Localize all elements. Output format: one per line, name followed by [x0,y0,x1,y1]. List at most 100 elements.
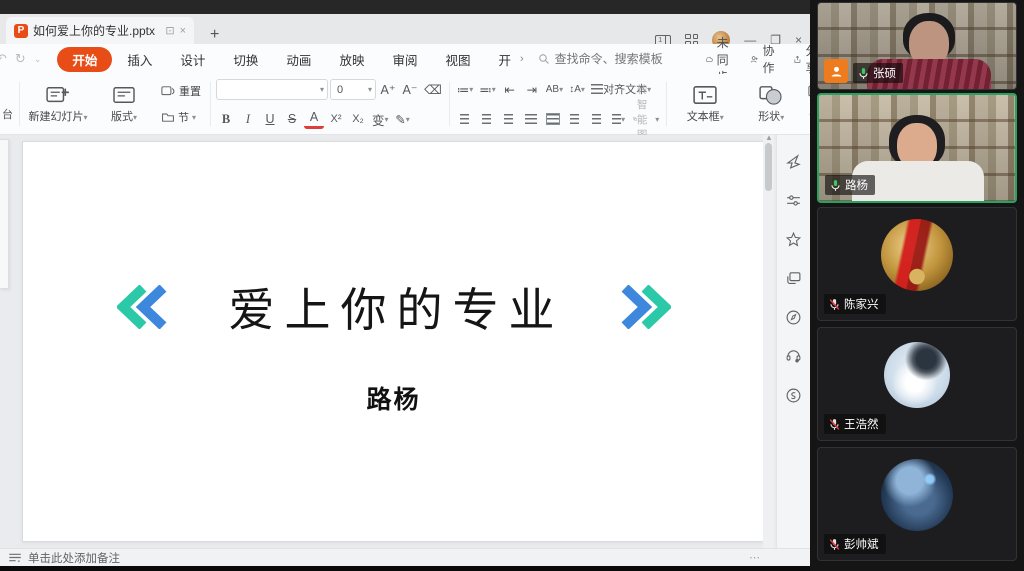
collaborate-button[interactable]: 协作 [750,42,779,76]
tab-dev-truncated[interactable]: 开 [485,47,524,72]
line-spacing-button[interactable]: ↕A▾ [567,79,587,99]
text-box-button[interactable]: 文本框▾ [672,78,738,130]
text-box-icon [692,85,718,105]
section-button[interactable]: 节▾ [157,107,205,127]
increase-indent-button[interactable]: ⇥ [522,79,542,99]
align-right-button[interactable] [499,109,519,129]
tab-slideshow[interactable]: 放映 [326,47,377,72]
decrease-indent-button[interactable]: ⇤ [500,79,520,99]
undo-icon[interactable]: ↶ [0,51,7,67]
participant-tile[interactable]: 王浩然 [817,327,1017,441]
participant-tile[interactable]: 张硕 [817,2,1017,90]
collapsed-thumbnail-panel[interactable] [0,139,9,289]
ribbon-toolbar: 台 新建幻灯片▾ 版式▾ [0,74,810,135]
host-badge [824,59,848,83]
text-direction-button[interactable]: AB▾ [544,79,565,99]
scroll-up-icon[interactable]: ▲ [765,133,773,142]
properties-sliders-icon[interactable] [785,192,802,209]
clear-format-button[interactable]: ⌫ [422,80,444,100]
slide-canvas[interactable]: 爱上你的专业 路杨 [22,141,765,542]
vertical-scrollbar[interactable]: ▲ [763,135,774,548]
clipped-left-button[interactable]: 台 [2,78,14,130]
slide-work-area: 爱上你的专业 路杨 ▲ [0,135,810,548]
effects-star-icon[interactable] [785,231,802,248]
statusbar-more-icon[interactable]: ⋯ [749,551,802,564]
tab-animation[interactable]: 动画 [273,47,324,72]
smart-graphic-button[interactable]: 转智能图形▾ [631,109,662,129]
customer-service-icon[interactable] [785,348,802,365]
superscript-button[interactable]: X² [326,109,346,129]
distribute-button[interactable] [543,109,563,129]
italic-button[interactable]: I [238,109,258,129]
grow-font-button[interactable]: A⁺ [378,80,398,100]
row-spacing-3-button[interactable]: ▾ [609,109,629,129]
search-input[interactable] [555,52,705,66]
bold-button[interactable]: B [216,109,236,129]
participant-tile[interactable]: 路杨 [817,93,1017,203]
reset-section-group: 重置 节▾ [157,78,205,130]
shapes-button[interactable]: 形状▾ [738,78,804,130]
justify-button[interactable] [521,109,541,129]
rewards-coin-icon[interactable] [785,387,802,404]
bullet-list-button[interactable]: ≔▾ [455,79,476,99]
participant-name-pill: 王浩然 [824,414,886,434]
redo-icon[interactable]: ↻ [15,51,26,67]
align-left-button[interactable] [455,109,475,129]
section-icon [161,111,175,123]
slide-author-text[interactable]: 路杨 [23,380,764,416]
wps-app-icon: P [14,24,28,38]
mic-muted-icon [828,298,841,311]
mic-muted-icon [828,538,841,551]
wps-presentation-app: P 如何爱上你的专业.pptx ⊡ × + 1 — ❐ × ↶ ↻ ⌄ [0,0,810,571]
tab-close-icon[interactable]: × [180,25,186,37]
row-spacing-2-button[interactable] [587,109,607,129]
change-case-button[interactable]: 变▾ [370,109,391,129]
duplicate-window-icon[interactable] [785,270,802,287]
scrollbar-thumb[interactable] [765,143,772,191]
font-name-combo[interactable]: ▾ [216,79,328,100]
tab-insert[interactable]: 插入 [114,47,165,72]
align-center-button[interactable] [477,109,497,129]
command-search[interactable] [538,52,705,66]
notes-placeholder[interactable]: 单击此处添加备注 [28,550,120,566]
tab-overflow-icon[interactable]: › [520,53,524,65]
tab-preview-icon[interactable]: ⊡ [165,24,174,37]
slide-title-text[interactable]: 爱上你的专业 [229,274,565,340]
participant-avatar [884,342,950,408]
tab-view[interactable]: 视图 [432,47,483,72]
history-caret-icon[interactable]: ⌄ [34,54,42,65]
notes-status-bar: 单击此处添加备注 ⋯ [0,548,810,566]
tab-transition[interactable]: 切换 [220,47,271,72]
strikethrough-button[interactable]: S [282,109,302,129]
search-icon [538,53,550,65]
tab-design[interactable]: 设计 [167,47,218,72]
document-tab[interactable]: P 如何爱上你的专业.pptx ⊡ × [6,17,194,44]
help-compass-icon[interactable] [785,309,802,326]
participant-avatar [881,219,953,291]
underline-button[interactable]: U [260,109,280,129]
reset-slide-button[interactable]: 重置 [157,81,205,101]
collaborate-person-icon [750,53,759,66]
menu-bar: ↶ ↻ ⌄ 开始 插入 设计 切换 动画 放映 审阅 视图 开 › [0,44,810,74]
participant-tile[interactable]: 陈家兴 [817,207,1017,321]
numbered-list-button[interactable]: ≕▾ [477,79,498,99]
participant-name-pill: 彭帅斌 [824,534,886,554]
font-group: ▾ 0 ▾ A⁺ A⁻ ⌫ B I U S A X² [216,78,444,130]
row-spacing-1-button[interactable] [565,109,585,129]
new-slide-button[interactable]: 新建幻灯片▾ [25,78,91,130]
new-tab-button[interactable]: + [204,26,225,44]
participant-name-pill: 路杨 [825,175,875,195]
double-chevron-right-icon [617,285,671,329]
font-color-button[interactable]: A [304,109,324,129]
subscript-button[interactable]: X₂ [348,109,368,129]
participant-tile[interactable]: 彭帅斌 [817,447,1017,561]
slide-layout-button[interactable]: 版式▾ [91,78,157,130]
ai-assistant-icon[interactable] [785,153,802,170]
highlight-pen-button[interactable]: ✎▾ [393,109,413,129]
font-size-combo[interactable]: 0 ▾ [330,79,376,100]
participant-name-pill: 张硕 [853,63,903,83]
tab-review[interactable]: 审阅 [379,47,430,72]
tab-home[interactable]: 开始 [57,47,112,72]
shrink-font-button[interactable]: A⁻ [400,80,420,100]
cloud-sync-icon [705,54,713,65]
